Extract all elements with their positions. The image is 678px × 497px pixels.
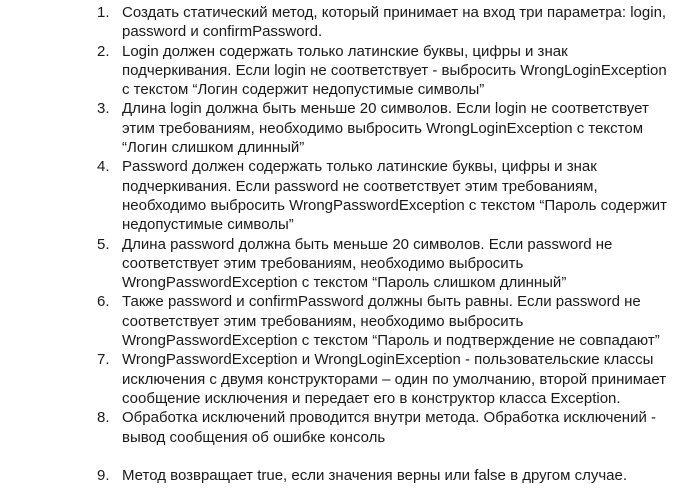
list-item-1: 1. Создать статический метод, который пр… (0, 3, 678, 42)
list-item-number: 5. (97, 235, 110, 253)
list-item-7: 7. WrongPasswordException и WrongLoginEx… (0, 350, 678, 408)
list-item-text: Создать статический метод, который прини… (122, 4, 667, 41)
list-item-number: 6. (97, 293, 110, 311)
list-item-6: 6. Также password и confirmPassword долж… (0, 292, 678, 350)
list-item-3: 3. Длина login должна быть меньше 20 сим… (0, 99, 678, 157)
list-item-text: Метод возвращает true, если значения вер… (122, 467, 628, 485)
list-item-9: 9. Метод возвращает true, если значения … (0, 466, 678, 485)
requirements-document: 1. Создать статический метод, который пр… (0, 3, 678, 485)
list-item-text: Длина login должна быть меньше 20 символ… (122, 100, 649, 157)
list-item-number: 2. (97, 42, 110, 60)
list-item-number: 4. (97, 158, 110, 176)
list-item-number: 7. (97, 351, 110, 369)
list-item-5: 5. Длина password должна быть меньше 20 … (0, 235, 678, 293)
list-item-text: Password должен содержать только латинск… (122, 158, 668, 234)
list-item-8: 8. Обработка исключений проводится внутр… (0, 408, 678, 447)
list-item-number: 9. (97, 467, 110, 485)
list-item-number: 1. (97, 4, 110, 21)
list-item-number: 8. (97, 409, 110, 427)
list-item-4: 4. Password должен содержать только лати… (0, 157, 678, 234)
list-item-text: Также password и confirmPassword должны … (122, 293, 660, 350)
list-item-text: Длина password должна быть меньше 20 сим… (122, 235, 613, 292)
list-item-number: 3. (97, 100, 110, 118)
list-item-2: 2. Login должен содержать только латинск… (0, 42, 678, 100)
list-item-text: Обработка исключений проводится внутри м… (122, 409, 656, 446)
list-item-text: WrongPasswordException и WrongLoginExcep… (122, 351, 667, 407)
list-item-text: Login должен содержать только латинские … (122, 42, 667, 99)
